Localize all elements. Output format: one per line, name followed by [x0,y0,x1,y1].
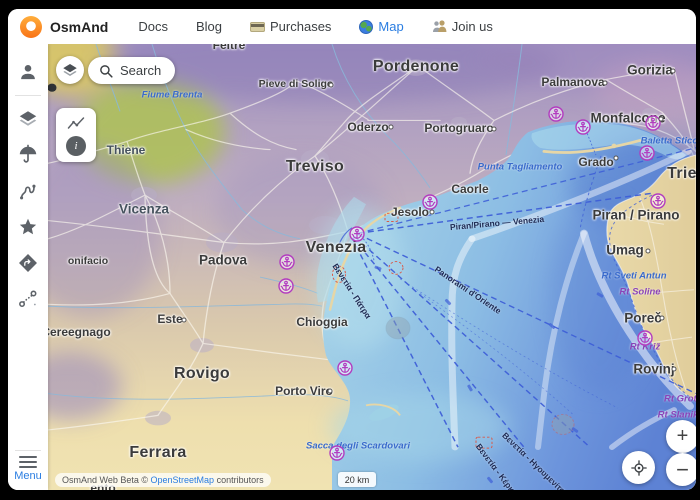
top-navigation-bar: OsmAnd Docs Blog Purchases Map [8,9,696,44]
locate-target-icon [630,459,648,477]
attribution: OsmAnd Web Beta © OpenStreetMap contribu… [55,473,271,487]
map-tools-panel: i [56,108,96,162]
globe-icon [359,20,373,34]
people-icon [432,20,447,33]
zoom-out-button[interactable]: − [666,453,696,486]
sidebar-item-tracks[interactable] [16,179,40,203]
menu-label: Menu [14,470,42,482]
nav-map[interactable]: Map [359,19,403,34]
openstreetmap-link[interactable]: OpenStreetMap [151,475,215,485]
sidebar-divider [15,450,41,451]
screenshot-page: OsmAnd Docs Blog Purchases Map [0,0,700,500]
sidebar-item-navigation[interactable] [16,251,40,275]
sidebar-item-weather[interactable] [16,143,40,167]
zoom-in-button[interactable]: + [666,420,696,453]
sidebar-bottom: Menu [8,445,48,490]
nav-join-us[interactable]: Join us [432,19,493,34]
map-layers-button[interactable] [56,56,84,84]
tracks-icon [17,180,39,202]
map-base-layer [48,44,696,490]
search-button[interactable]: Search [88,57,175,84]
nav-blog[interactable]: Blog [196,19,222,34]
search-icon [98,63,114,79]
menu-button[interactable] [19,456,37,468]
purchases-card-icon [250,22,265,32]
weather-umbrella-icon [17,144,39,166]
left-sidebar: Menu [8,44,48,490]
graph-button[interactable] [66,114,86,132]
minus-icon: − [676,457,689,483]
plus-icon: + [677,425,689,448]
sidebar-divider [15,95,41,96]
map-canvas[interactable]: FeltrePieve di SoligoOderzoPordenoneGori… [48,44,696,490]
navigation-icon [17,252,39,274]
nav-docs[interactable]: Docs [138,19,168,34]
plan-route-icon [17,288,39,310]
layers-icon [61,61,79,79]
sidebar-item-favorites[interactable] [16,215,40,239]
app-window: OsmAnd Docs Blog Purchases Map [8,9,696,490]
sidebar-item-account[interactable] [16,60,40,84]
search-label: Search [120,63,161,78]
osmand-logo-icon [20,16,42,38]
sidebar-item-layers[interactable] [16,107,40,131]
scale-indicator: 20 km [338,472,376,487]
star-icon [17,216,39,238]
locate-me-button[interactable] [622,451,655,484]
brand-title: OsmAnd [50,19,108,35]
info-glyph: i [74,140,77,152]
nav-purchases[interactable]: Purchases [250,19,331,34]
sidebar-item-plan-route[interactable] [16,287,40,311]
activity-graph-icon [66,114,86,132]
info-button[interactable]: i [66,136,86,156]
account-icon [17,61,39,83]
layers-icon [17,108,39,130]
top-nav: Docs Blog Purchases Map [138,19,493,34]
